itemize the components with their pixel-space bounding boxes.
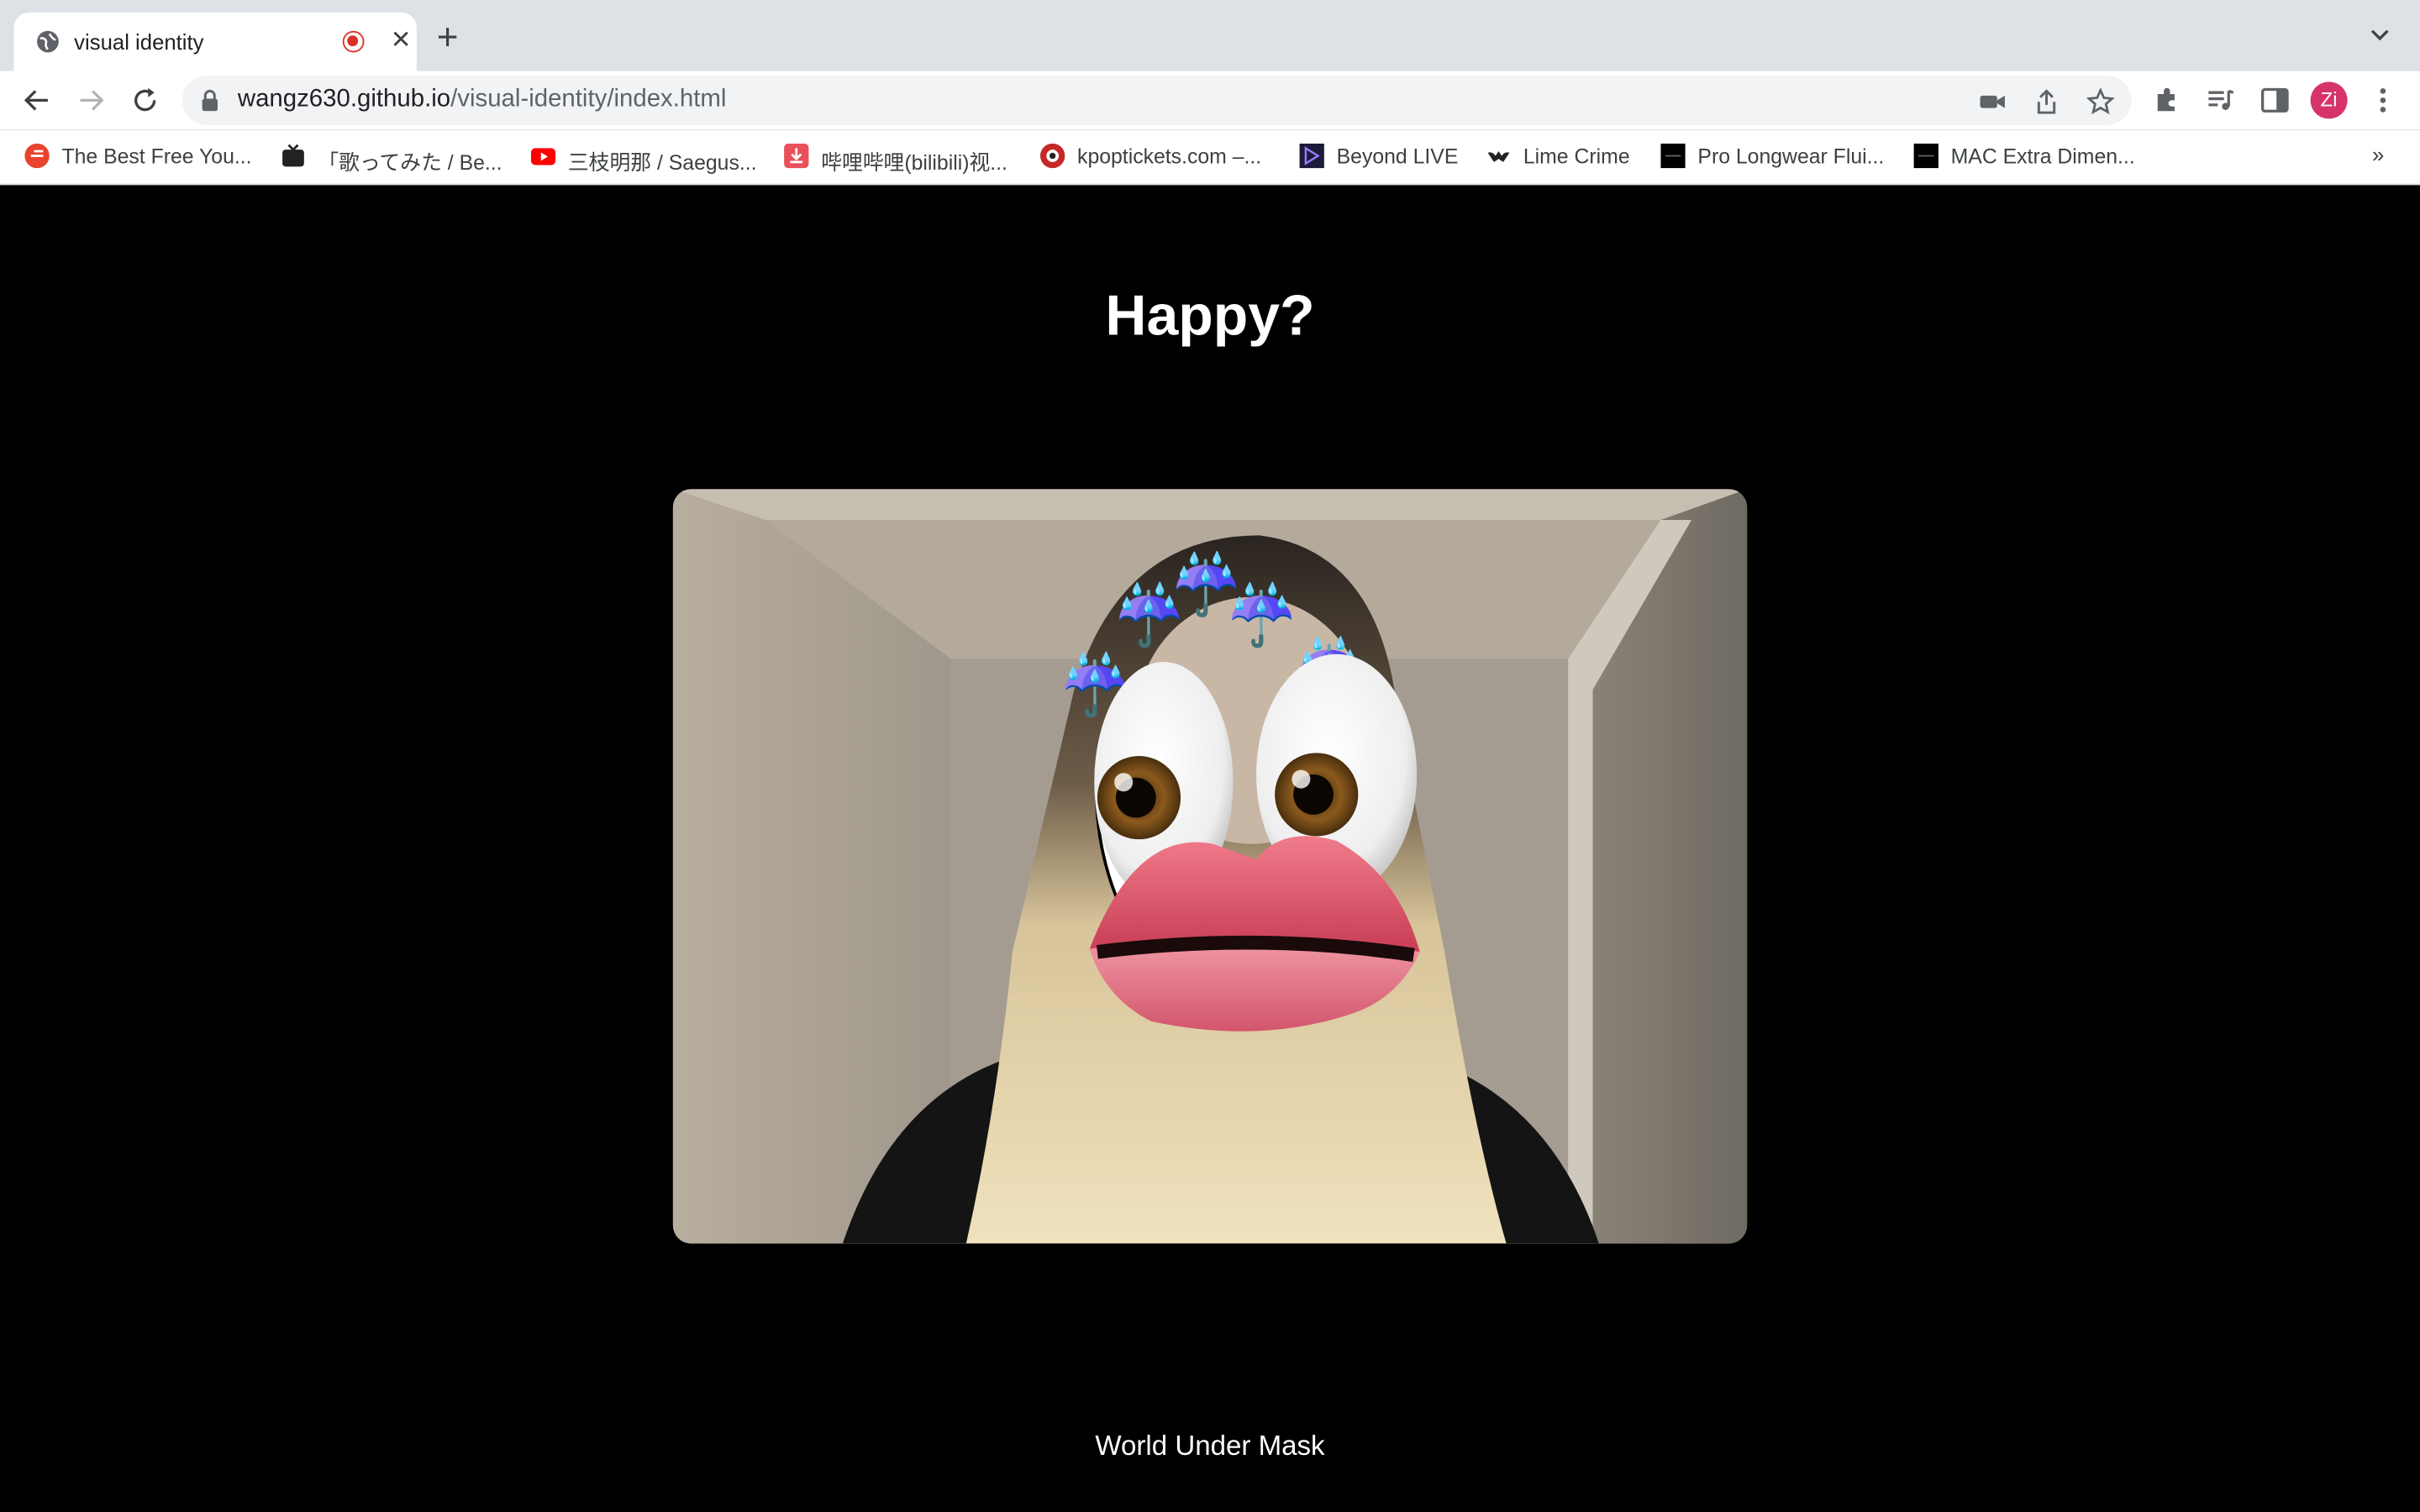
side-panel-icon[interactable]: [2260, 85, 2291, 116]
url-host: wangz630.github.io: [237, 86, 451, 113]
extensions-icon[interactable]: [2151, 85, 2182, 116]
menu-kebab-icon[interactable]: [2368, 85, 2399, 116]
ticket-icon: [1039, 143, 1065, 169]
mac-icon: [1660, 143, 1686, 169]
back-icon[interactable]: [22, 85, 53, 116]
tab-title: visual identity: [74, 29, 204, 55]
url-path: /visual-identity/index.html: [450, 86, 727, 113]
youtube-icon: [530, 148, 556, 165]
bookmark-label: kpoptickets.com –...: [1077, 144, 1262, 169]
reload-icon[interactable]: [129, 85, 160, 116]
page-title: Happy?: [1105, 283, 1315, 348]
bookmark-star-icon[interactable]: [2086, 87, 2115, 116]
bat-icon: [1487, 151, 1510, 162]
globe-icon: [37, 30, 59, 53]
beyond-live-icon: [1299, 143, 1324, 169]
tab-visual-identity[interactable]: visual identity ✕: [13, 12, 417, 71]
webcam-feed-image: ☔ ☔ ☔ ☔ ☔: [672, 489, 1748, 1244]
more-bookmarks-button[interactable]: »: [2372, 142, 2384, 166]
profile-avatar[interactable]: Zi: [2310, 81, 2348, 119]
webcam-video: ☔ ☔ ☔ ☔ ☔: [672, 489, 1748, 1244]
bookmark-label: 「歌ってみた / Be...: [318, 151, 502, 175]
red-circle-icon: [24, 143, 50, 169]
address-bar[interactable]: wangz630.github.io/visual-identity/index…: [182, 76, 2132, 125]
mac-icon: [1913, 143, 1939, 169]
record-icon: [342, 30, 365, 53]
bookmark-label: Pro Longwear Flui...: [1697, 144, 1885, 169]
share-icon[interactable]: [2033, 88, 2060, 116]
svg-text:☔: ☔: [1225, 580, 1298, 649]
forward-icon[interactable]: [76, 85, 107, 116]
tv-icon: [282, 144, 304, 167]
download-icon: [784, 143, 809, 169]
bookmark-label: 哔哩哔哩(bilibili)视...: [821, 151, 1007, 175]
bookmark-label: MAC Extra Dimen...: [1950, 144, 2135, 169]
video-caption: World Under Mask: [1095, 1430, 1325, 1462]
chevron-down-icon[interactable]: [2368, 22, 2392, 46]
media-control-icon[interactable]: [2206, 85, 2237, 116]
bookmarks-bar: The Best Free You... 「歌ってみた / Be... 三枝明那…: [0, 129, 2420, 186]
lock-icon[interactable]: [201, 89, 219, 112]
tab-strip: visual identity ✕ +: [0, 0, 2420, 71]
browser-toolbar: wangz630.github.io/visual-identity/index…: [0, 71, 2420, 130]
bookmark-label: The Best Free You...: [61, 144, 252, 169]
bookmark-label: 三枝明那 / Saegus...: [567, 151, 757, 175]
url-text[interactable]: wangz630.github.io/visual-identity/index…: [238, 87, 727, 114]
new-tab-button[interactable]: +: [437, 19, 459, 57]
camera-icon[interactable]: [1979, 88, 2007, 116]
bookmark-label: Beyond LIVE: [1336, 144, 1459, 169]
page-content: Happy? ☔ ☔ ☔ ☔ World Under Mask: [0, 185, 2420, 1512]
close-tab-icon[interactable]: ✕: [391, 26, 412, 57]
bookmark-label: Lime Crime: [1523, 144, 1630, 169]
